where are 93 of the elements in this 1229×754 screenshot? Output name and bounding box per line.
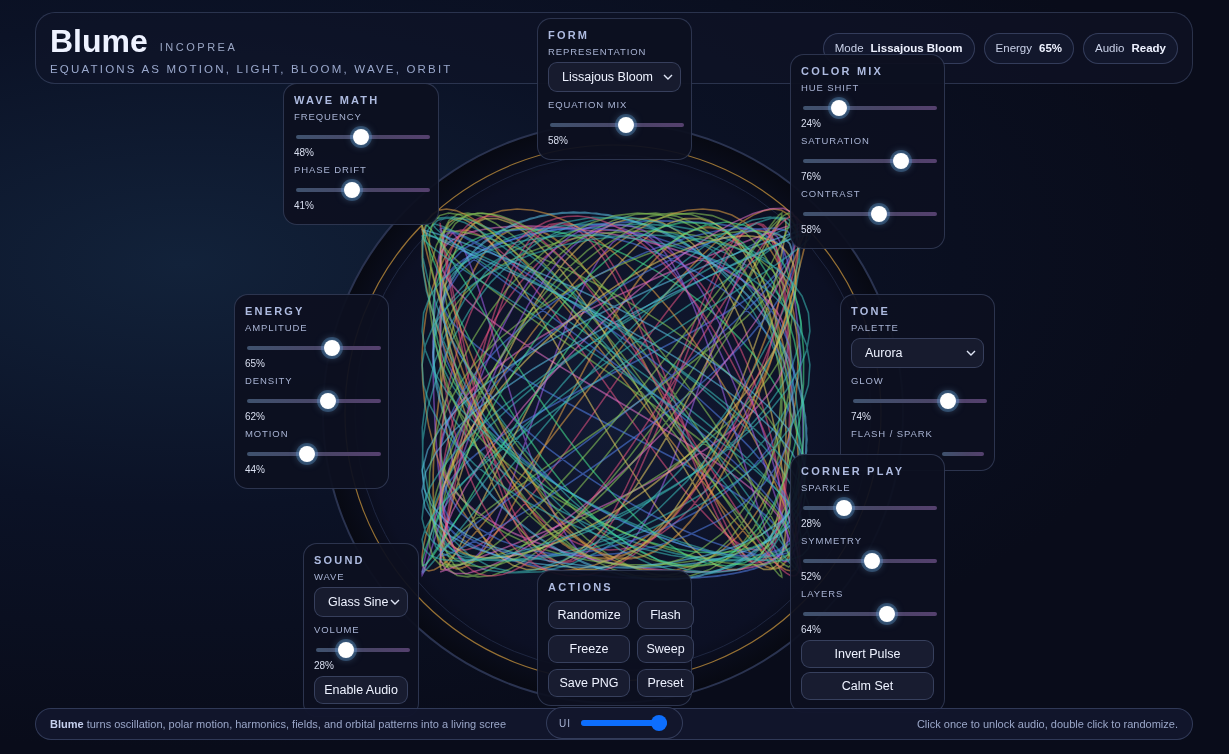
slider-thumb[interactable] [320, 393, 337, 409]
panel-title: FORM [548, 28, 591, 42]
slider-value: 28% [314, 659, 334, 672]
field-label: DENSITY [245, 374, 293, 387]
field-label: UI [559, 716, 571, 731]
slider-value: 52% [801, 570, 821, 583]
action-button[interactable]: Preset [637, 669, 694, 697]
slider[interactable] [247, 340, 381, 356]
slider[interactable] [550, 117, 684, 133]
slider-thumb[interactable] [892, 153, 909, 169]
slider-value: 76% [801, 170, 821, 183]
slider-value: 28% [801, 517, 821, 530]
slider[interactable] [581, 715, 667, 731]
slider[interactable] [853, 393, 987, 409]
field-label: PALETTE [851, 321, 899, 334]
panel-title: TONE [851, 304, 892, 318]
field-label: SPARKLE [801, 481, 851, 494]
slider[interactable] [803, 206, 937, 222]
slider-value: 74% [851, 410, 871, 423]
slider-thumb[interactable] [337, 642, 354, 658]
slider-thumb[interactable] [298, 446, 315, 462]
action-button[interactable]: Calm Set [801, 672, 934, 700]
slider-thumb[interactable] [344, 182, 361, 198]
slider-value: 58% [801, 223, 821, 236]
chevron-down-icon [663, 74, 673, 80]
field-label: GLOW [851, 374, 884, 387]
field-label: AMPLITUDE [245, 321, 308, 334]
slider-thumb[interactable] [878, 606, 895, 622]
field-label: SATURATION [801, 134, 870, 147]
action-button[interactable]: Freeze [548, 635, 630, 663]
slider-value: 41% [294, 199, 314, 212]
action-button[interactable]: Invert Pulse [801, 640, 934, 668]
slider-value: 64% [801, 623, 821, 636]
dropdown[interactable]: Aurora [851, 338, 984, 368]
slider[interactable] [296, 129, 430, 145]
slider[interactable] [803, 153, 937, 169]
app-title: Blume [50, 25, 148, 57]
slider-value: 44% [245, 463, 265, 476]
slider-thumb[interactable] [831, 100, 848, 116]
footer-hint: Click once to unlock audio, double click to randomize. [916, 716, 1178, 732]
chevron-down-icon [390, 599, 400, 605]
field-label: FREQUENCY [294, 110, 362, 123]
panel-title: CORNER PLAY [801, 464, 906, 478]
field-label: FLASH / SPARK [851, 427, 933, 440]
action-button[interactable]: Randomize [548, 601, 630, 629]
slider-value: 62% [245, 410, 265, 423]
panel-title: COLOR MIX [801, 64, 885, 78]
slider-thumb[interactable] [618, 117, 635, 133]
panel-title: SOUND [314, 553, 366, 567]
chevron-down-icon [966, 350, 976, 356]
panel-title: ACTIONS [548, 580, 614, 594]
slider-value: 48% [294, 146, 314, 159]
slider-value: 65% [245, 357, 265, 370]
field-label: EQUATION MIX [548, 98, 628, 111]
slider[interactable] [803, 500, 937, 516]
action-button[interactable]: Flash [637, 601, 694, 629]
action-button[interactable]: Enable Audio [314, 676, 408, 704]
action-button[interactable]: Sweep [637, 635, 694, 663]
slider-thumb[interactable] [864, 553, 881, 569]
status-chip: Energy 65% [983, 33, 1075, 64]
footer-description: Blume turns oscillation, polar motion, harmonics, fields, and orbital patterns into a living scree [50, 716, 507, 732]
field-label: SYMMETRY [801, 534, 862, 547]
field-label: HUE SHIFT [801, 81, 860, 94]
slider-value: 24% [801, 117, 821, 130]
panel-title: ENERGY [245, 304, 306, 318]
field-label: MOTION [245, 427, 289, 440]
slider[interactable] [803, 606, 937, 622]
field-label: PHASE DRIFT [294, 163, 367, 176]
field-label: VOLUME [314, 623, 360, 636]
slider[interactable] [247, 393, 381, 409]
action-button[interactable]: Save PNG [548, 669, 630, 697]
slider-thumb[interactable] [651, 715, 667, 731]
field-label: WAVE [314, 570, 345, 583]
slider-thumb[interactable] [871, 206, 888, 222]
slider-thumb[interactable] [323, 340, 340, 356]
brand-label: INCOPREA [159, 39, 238, 55]
field-label: LAYERS [801, 587, 844, 600]
field-label: CONTRAST [801, 187, 861, 200]
slider-thumb[interactable] [940, 393, 957, 409]
slider[interactable] [316, 642, 410, 658]
dropdown[interactable]: Glass Sine [314, 587, 408, 617]
slider[interactable] [247, 446, 381, 462]
tagline: EQUATIONS AS MOTION, LIGHT, BLOOM, WAVE, ORBIT [50, 64, 453, 76]
slider-value: 58% [548, 134, 568, 147]
status-chip: Audio Ready [1083, 33, 1178, 64]
slider[interactable] [296, 182, 430, 198]
slider-thumb[interactable] [352, 129, 369, 145]
panel-title: WAVE MATH [294, 93, 381, 107]
slider[interactable] [803, 553, 937, 569]
field-label: REPRESENTATION [548, 45, 647, 58]
slider-thumb[interactable] [836, 500, 853, 516]
slider[interactable] [803, 100, 937, 116]
dropdown[interactable]: Lissajous Bloom [548, 62, 681, 92]
